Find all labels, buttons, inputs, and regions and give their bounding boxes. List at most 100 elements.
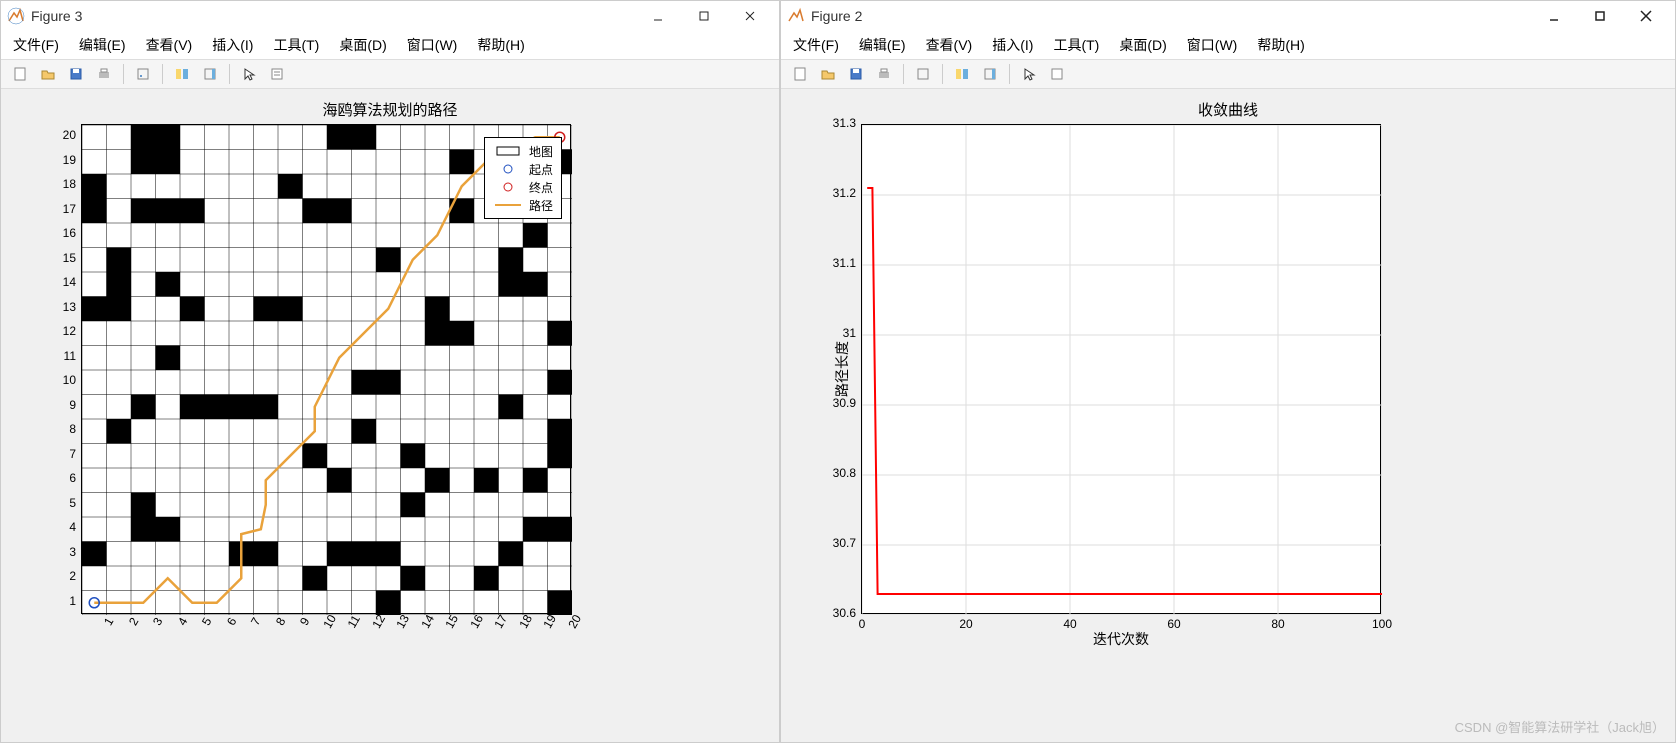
fig3-ytick: 11 <box>64 349 82 363</box>
menu-edit[interactable]: 编辑(E) <box>73 33 132 57</box>
menu-view[interactable]: 查看(V) <box>920 33 979 57</box>
new-icon[interactable] <box>787 61 813 87</box>
pointer-icon[interactable] <box>1016 61 1042 87</box>
fig3-ytick: 9 <box>69 398 82 412</box>
save-icon[interactable] <box>843 61 869 87</box>
watermark: CSDN @智能算法研学社（Jack旭） <box>1455 717 1665 736</box>
fig3-ytick: 20 <box>63 128 82 142</box>
figure2-title: Figure 2 <box>811 8 1531 24</box>
fig2-ytick: 31.3 <box>833 116 862 130</box>
fig2-ylabel: 路径长度 <box>832 341 852 397</box>
fig2-axes[interactable]: 路径长度 迭代次数 30.630.730.830.93131.131.231.3… <box>861 124 1381 614</box>
close-button[interactable] <box>727 1 773 31</box>
insert-icon[interactable] <box>1044 61 1070 87</box>
fig2-ytick: 30.8 <box>833 466 862 480</box>
fig3-ytick: 14 <box>63 275 82 289</box>
save-icon[interactable] <box>63 61 89 87</box>
fig2-ytick: 30.9 <box>833 396 862 410</box>
menu-file[interactable]: 文件(F) <box>787 33 845 57</box>
print-icon[interactable] <box>871 61 897 87</box>
link-icon[interactable] <box>169 61 195 87</box>
link-icon[interactable] <box>949 61 975 87</box>
menu-desktop[interactable]: 桌面(D) <box>333 33 392 57</box>
fig3-ytick: 18 <box>63 177 82 191</box>
minimize-button[interactable] <box>1531 1 1577 31</box>
fig2-xtick: 40 <box>1063 613 1076 631</box>
figure3-window: Figure 3 文件(F) 编辑(E) 查看(V) 插入(I) 工具(T) 桌… <box>0 0 780 743</box>
fig3-axes[interactable]: 地图 起点 终点 路径 1234567891011121314151617181… <box>81 124 571 614</box>
fig3-title: 海鸥算法规划的路径 <box>21 99 759 120</box>
close-button[interactable] <box>1623 1 1669 31</box>
fig3-ytick: 15 <box>63 251 82 265</box>
figure3-titlebar[interactable]: Figure 3 <box>1 1 779 31</box>
menu-view[interactable]: 查看(V) <box>140 33 199 57</box>
fig2-ytick: 31.1 <box>833 256 862 270</box>
pointer-icon[interactable] <box>236 61 262 87</box>
menu-tools[interactable]: 工具(T) <box>267 33 325 57</box>
menu-help[interactable]: 帮助(H) <box>1251 33 1310 57</box>
figure2-plotarea[interactable]: 收敛曲线 路径长度 迭代次数 30.630.730.830.93131.131.… <box>781 89 1675 742</box>
figure3-title: Figure 3 <box>31 8 635 24</box>
fig2-ytick: 31 <box>843 326 862 340</box>
fig2-xtick: 20 <box>959 613 972 631</box>
print-icon[interactable] <box>91 61 117 87</box>
maximize-button[interactable] <box>1577 1 1623 31</box>
menu-insert[interactable]: 插入(I) <box>206 33 259 57</box>
fig3-ytick: 10 <box>63 373 82 387</box>
menu-help[interactable]: 帮助(H) <box>471 33 530 57</box>
figure2-titlebar[interactable]: Figure 2 <box>781 1 1675 31</box>
figure3-menubar: 文件(F) 编辑(E) 查看(V) 插入(I) 工具(T) 桌面(D) 窗口(W… <box>1 31 779 59</box>
fig2-xlabel: 迭代次数 <box>1093 629 1149 649</box>
open-icon[interactable] <box>35 61 61 87</box>
fig3-ytick: 12 <box>63 324 82 338</box>
matlab-icon <box>787 7 805 25</box>
fig2-xtick: 100 <box>1372 613 1392 631</box>
colorbar-icon[interactable] <box>197 61 223 87</box>
figure2-window: Figure 2 文件(F) 编辑(E) 查看(V) 插入(I) 工具(T) 桌… <box>780 0 1676 743</box>
figure3-plotarea[interactable]: 海鸥算法规划的路径 地图 起点 终点 路径 123456789101112131… <box>1 89 779 742</box>
fig3-ytick: 4 <box>69 520 82 534</box>
figure3-toolbar <box>1 59 779 89</box>
menu-edit[interactable]: 编辑(E) <box>853 33 912 57</box>
menu-file[interactable]: 文件(F) <box>7 33 65 57</box>
menu-insert[interactable]: 插入(I) <box>986 33 1039 57</box>
minimize-button[interactable] <box>635 1 681 31</box>
fig3-ytick: 8 <box>69 422 82 436</box>
fig3-ytick: 16 <box>63 226 82 240</box>
fig3-legend[interactable]: 地图 起点 终点 路径 <box>484 137 562 219</box>
legend-map: 地图 <box>529 143 553 160</box>
menu-desktop[interactable]: 桌面(D) <box>1113 33 1172 57</box>
fig3-xtick: 20 <box>556 607 583 631</box>
open-icon[interactable] <box>815 61 841 87</box>
menu-window[interactable]: 窗口(W) <box>1181 33 1244 57</box>
legend-start: 起点 <box>529 161 553 178</box>
fig3-ytick: 2 <box>69 569 82 583</box>
fig3-ytick: 13 <box>63 300 82 314</box>
insert-icon[interactable] <box>264 61 290 87</box>
maximize-button[interactable] <box>681 1 727 31</box>
fig3-ytick: 5 <box>69 496 82 510</box>
fig2-xtick: 80 <box>1271 613 1284 631</box>
new-icon[interactable] <box>7 61 33 87</box>
figure2-toolbar <box>781 59 1675 89</box>
legend-path: 路径 <box>529 197 553 214</box>
fig2-xtick: 0 <box>859 613 866 631</box>
menu-window[interactable]: 窗口(W) <box>401 33 464 57</box>
fig3-ytick: 1 <box>69 594 82 608</box>
fig3-ytick: 17 <box>63 202 82 216</box>
legend-goal: 终点 <box>529 179 553 196</box>
menu-tools[interactable]: 工具(T) <box>1047 33 1105 57</box>
fig2-ytick: 30.6 <box>833 606 862 620</box>
fig3-ytick: 3 <box>69 545 82 559</box>
figure2-menubar: 文件(F) 编辑(E) 查看(V) 插入(I) 工具(T) 桌面(D) 窗口(W… <box>781 31 1675 59</box>
fig2-xtick: 60 <box>1167 613 1180 631</box>
fig3-ytick: 19 <box>63 153 82 167</box>
datacursor-icon[interactable] <box>910 61 936 87</box>
fig2-title: 收敛曲线 <box>801 99 1655 120</box>
fig2-ytick: 31.2 <box>833 186 862 200</box>
matlab-icon <box>7 7 25 25</box>
fig2-ytick: 30.7 <box>833 536 862 550</box>
colorbar-icon[interactable] <box>977 61 1003 87</box>
datacursor-icon[interactable] <box>130 61 156 87</box>
fig3-ytick: 6 <box>69 471 82 485</box>
